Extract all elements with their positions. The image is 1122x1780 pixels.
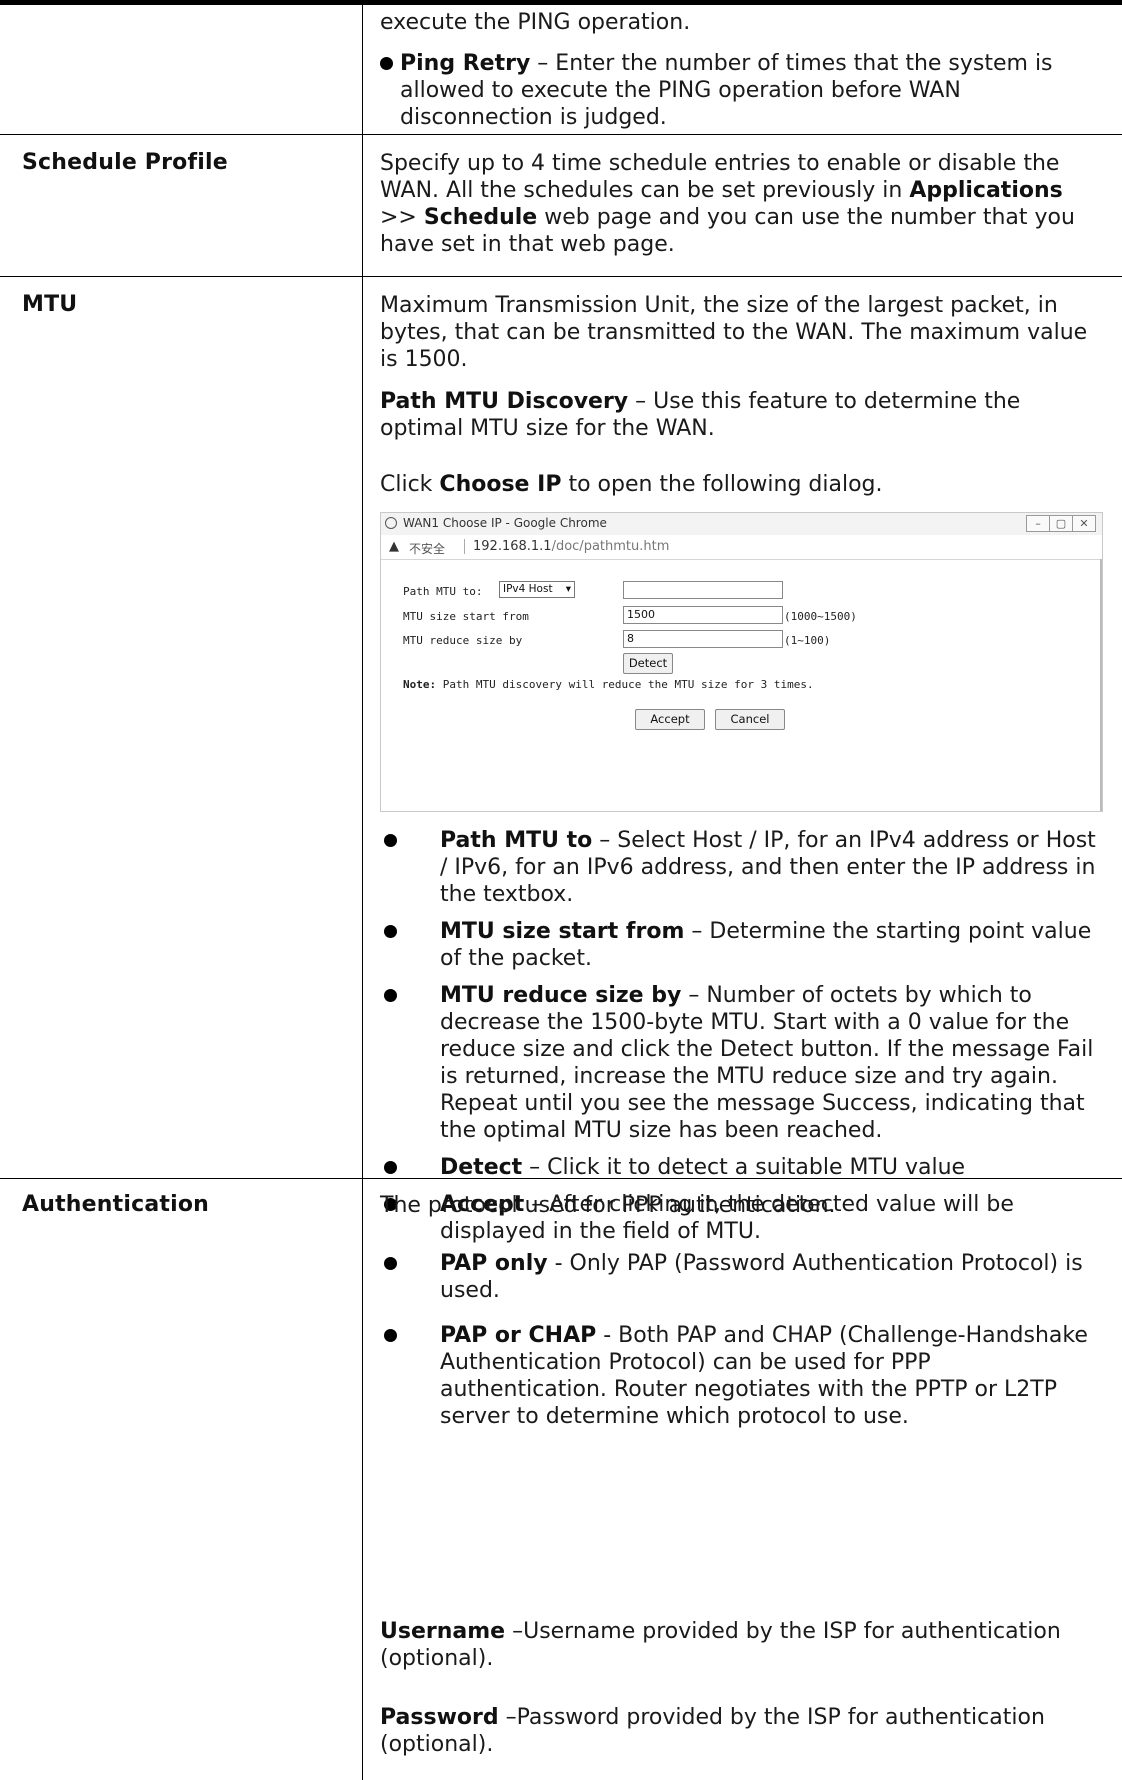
bullet-icon [384, 925, 397, 938]
schedule-profile-label: Schedule Profile [22, 150, 228, 175]
list-item: Path MTU to – Select Host / IP, for an I… [380, 827, 1100, 908]
address-bar[interactable]: ▲ 不安全 192.168.1.1/doc/pathmtu.htm [381, 535, 1102, 560]
authentication-label: Authentication [22, 1192, 210, 1217]
mtu-reduce-input[interactable]: 8 [623, 630, 783, 648]
warning-icon: ▲ [389, 539, 399, 554]
ping-retry-term: Ping Retry [400, 51, 531, 76]
chevron-down-icon: ▾ [565, 583, 571, 595]
list-item: MTU size start from – Determine the star… [380, 918, 1100, 972]
bullet-icon [384, 1329, 397, 1342]
path-mtu-to-select-value: IPv4 Host [503, 583, 553, 595]
click-text: to open the following dialog. [561, 472, 883, 497]
username-desc: Username –Username provided by the ISP f… [380, 1618, 1100, 1672]
path-mtu-to-input[interactable] [623, 581, 783, 599]
chrome-icon [385, 517, 397, 529]
click-text: Click [380, 472, 440, 497]
bullet-term: Detect [440, 1155, 523, 1180]
schedule-desc-separator: >> [380, 205, 424, 230]
bullet-icon [384, 989, 397, 1002]
ping-continuation-line: execute the PING operation. [380, 10, 691, 35]
password-desc: Password –Password provided by the ISP f… [380, 1704, 1100, 1758]
mtu-label: MTU [22, 292, 78, 317]
cancel-button[interactable]: Cancel [715, 709, 785, 730]
bullet-term: MTU size start from [440, 919, 685, 944]
minimize-icon[interactable]: – [1026, 515, 1050, 532]
maximize-icon[interactable]: ▢ [1049, 515, 1073, 532]
path-mtu-discovery-desc: Path MTU Discovery – Use this feature to… [380, 388, 1100, 442]
url-path: /doc/pathmtu.htm [551, 539, 670, 554]
password-term: Password [380, 1705, 499, 1730]
path-mtu-to-select[interactable]: IPv4 Host ▾ [499, 581, 575, 598]
ping-retry-list: Ping Retry – Enter the number of times t… [380, 50, 1100, 131]
column-divider [362, 5, 363, 1780]
list-item: Ping Retry – Enter the number of times t… [380, 50, 1100, 131]
mtu-bullet-list: Path MTU to – Select Host / IP, for an I… [380, 827, 1100, 1245]
row-divider [0, 134, 1122, 135]
row-divider [0, 276, 1122, 277]
authentication-desc: The protocol used for PPP authentication… [380, 1192, 1100, 1219]
mtu-start-label: MTU size start from [403, 610, 529, 623]
scrollbar[interactable] [1100, 559, 1102, 811]
dialog-titlebar: WAN1 Choose IP - Google Chrome – ▢ ✕ [381, 513, 1102, 535]
list-item: PAP only - Only PAP (Password Authentica… [380, 1250, 1100, 1304]
list-item: Detect – Click it to detect a suitable M… [380, 1154, 1100, 1181]
path-mtu-discovery-term: Path MTU Discovery [380, 389, 629, 414]
dialog-title: WAN1 Choose IP - Google Chrome [403, 516, 607, 530]
mtu-start-range: (1000~1500) [784, 610, 857, 623]
window-controls: – ▢ ✕ [1026, 515, 1096, 533]
address-separator [464, 539, 465, 554]
choose-ip-dialog: WAN1 Choose IP - Google Chrome – ▢ ✕ ▲ 不… [380, 512, 1103, 812]
list-item: PAP or CHAP - Both PAP and CHAP (Challen… [380, 1322, 1100, 1430]
mtu-desc: Maximum Transmission Unit, the size of t… [380, 292, 1100, 373]
bullet-icon [384, 1257, 397, 1270]
bullet-term: PAP only [440, 1251, 548, 1276]
schedule-term: Schedule [423, 205, 538, 230]
dialog-body: Path MTU to: IPv4 Host ▾ MTU size start f… [381, 559, 1102, 811]
bullet-icon [380, 57, 393, 70]
note-term: Note: [403, 678, 437, 691]
detect-button[interactable]: Detect [623, 653, 673, 674]
table-top-border [0, 0, 1122, 5]
insecure-label: 不安全 [409, 542, 446, 556]
authentication-desc-text: The protocol used for PPP authentication… [380, 1193, 836, 1218]
accept-button[interactable]: Accept [635, 709, 705, 730]
choose-ip-term: Choose IP [439, 472, 562, 497]
list-item: MTU reduce size by – Number of octets by… [380, 982, 1100, 1144]
bullet-icon [384, 1161, 397, 1174]
bullet-icon [384, 834, 397, 847]
mtu-desc-text: Maximum Transmission Unit, the size of t… [380, 293, 1088, 372]
choose-ip-instruction: Click Choose IP to open the following di… [380, 471, 1100, 498]
username-term: Username [380, 1619, 506, 1644]
dialog-note: Note: Path MTU discovery will reduce the… [403, 678, 814, 691]
bullet-term: PAP or CHAP [440, 1323, 597, 1348]
mtu-start-input[interactable]: 1500 [623, 606, 783, 624]
path-mtu-to-label: Path MTU to: [403, 585, 483, 598]
ping-continuation-text: execute the PING operation. [380, 9, 1100, 36]
schedule-profile-desc: Specify up to 4 time schedule entries to… [380, 150, 1100, 258]
bullet-term: Path MTU to [440, 828, 593, 853]
close-icon[interactable]: ✕ [1072, 515, 1096, 532]
url-host: 192.168.1.1 [473, 539, 552, 554]
mtu-reduce-label: MTU reduce size by [403, 634, 523, 647]
bullet-term: MTU reduce size by [440, 983, 682, 1008]
authentication-bullet-list: PAP only - Only PAP (Password Authentica… [380, 1250, 1100, 1430]
applications-term: Applications [909, 178, 1063, 203]
mtu-reduce-range: (1~100) [784, 634, 831, 647]
url-text: 192.168.1.1/doc/pathmtu.htm [473, 539, 669, 554]
bullet-desc: – Click it to detect a suitable MTU valu… [522, 1155, 966, 1180]
note-text: Path MTU discovery will reduce the MTU s… [436, 678, 814, 691]
